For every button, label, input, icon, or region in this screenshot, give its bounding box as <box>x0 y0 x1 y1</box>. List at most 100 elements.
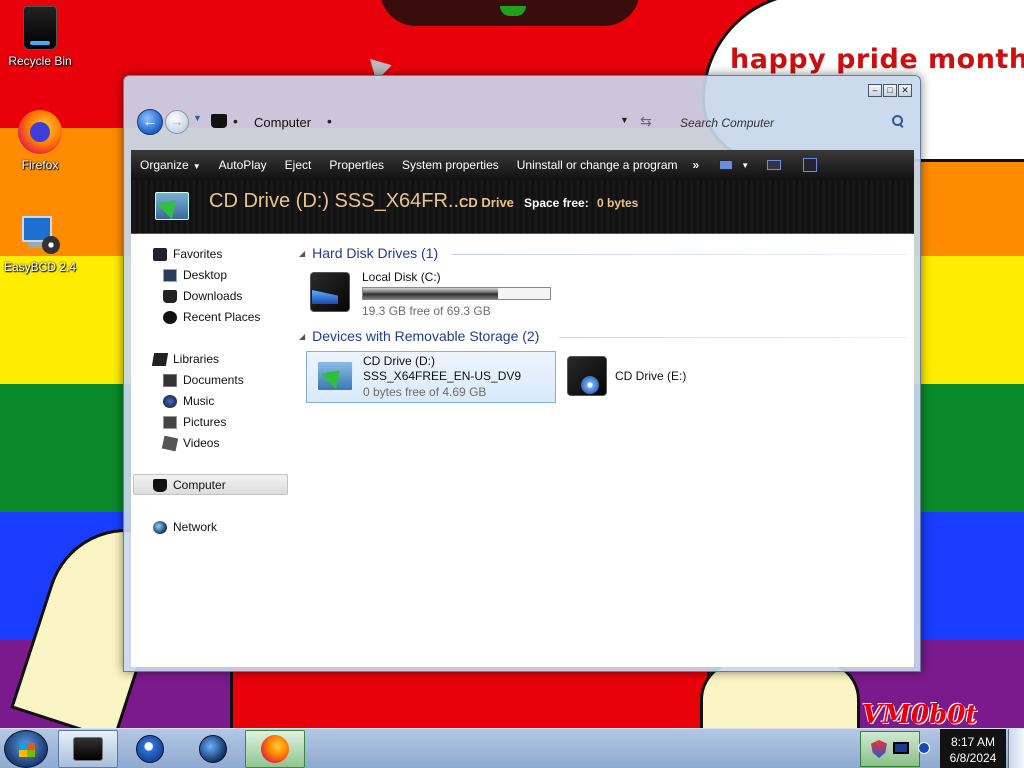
media-player-icon <box>136 735 164 763</box>
action-center-icon[interactable] <box>871 740 887 758</box>
clock[interactable]: 8:17 AM 6/8/2024 <box>940 729 1006 768</box>
collapse-icon: ◢ <box>299 331 306 341</box>
change-view-icon[interactable] <box>719 160 734 170</box>
explorer-window: – □ ✕ ← → ▼ • Computer • ▼ ⇆ Search Comp… <box>123 75 921 672</box>
banner-text: happy pride month <box>730 44 1024 75</box>
drive-usage-fill <box>363 288 498 299</box>
show-desktop-button[interactable] <box>1008 729 1024 768</box>
nav-item-label: Documents <box>183 373 244 387</box>
drive-tile-c[interactable]: Local Disk (C:) 19.3 GB free of 69.3 GB <box>306 266 566 318</box>
computer-icon <box>211 114 227 128</box>
taskbar-media-player-button[interactable] <box>120 730 180 768</box>
group-header-hard-disk[interactable]: ◢ Hard Disk Drives (1) <box>299 245 438 261</box>
drive-tile-e[interactable]: CD Drive (E:) <box>563 351 703 403</box>
nav-item-libraries[interactable]: Libraries <box>151 349 220 369</box>
details-title: CD Drive (D:) SSS_X64FR... <box>209 190 465 212</box>
group-header-label: Hard Disk Drives (1) <box>312 245 439 261</box>
close-button[interactable]: ✕ <box>898 84 912 97</box>
clock-time: 8:17 AM <box>950 735 996 749</box>
drive-name: CD Drive (E:) <box>615 369 687 383</box>
taskbar: 8:17 AM 6/8/2024 <box>0 728 1024 768</box>
search-icon[interactable] <box>892 115 904 127</box>
details-type: CD Drive <box>459 195 514 210</box>
address-history-dropdown[interactable]: ▼ <box>620 115 629 125</box>
properties-button[interactable]: Properties <box>320 158 393 172</box>
autoplay-button[interactable]: AutoPlay <box>210 158 276 172</box>
taskbar-internet-button[interactable] <box>183 730 243 768</box>
drive-free-space: 0 bytes free of 4.69 GB <box>363 385 487 399</box>
desktop-icon-label: Recycle Bin <box>8 54 72 68</box>
nav-item-documents[interactable]: Documents <box>163 370 244 390</box>
nav-item-pictures[interactable]: Pictures <box>163 412 226 432</box>
music-icon <box>163 394 177 408</box>
minimize-button[interactable]: – <box>868 84 882 97</box>
nav-item-label: Favorites <box>173 247 223 261</box>
breadcrumb-computer[interactable]: Computer <box>254 115 311 130</box>
address-bar: ← → ▼ • Computer • ▼ ⇆ Search Computer <box>134 107 912 137</box>
uninstall-program-button[interactable]: Uninstall or change a program <box>508 158 687 172</box>
nav-item-label: Pictures <box>183 415 227 429</box>
drive-free-space: 19.3 GB free of 69.3 GB <box>362 304 491 318</box>
desktop-icon <box>163 268 177 282</box>
nav-item-label: Libraries <box>173 352 220 366</box>
drive-volume-label: SSS_X64FREE_EN-US_DV9 <box>363 369 522 383</box>
search-input[interactable]: Search Computer <box>668 109 912 135</box>
nav-item-label: Network <box>173 520 218 534</box>
nav-item-label: Music <box>183 394 215 408</box>
nav-item-label: Downloads <box>183 289 243 303</box>
system-properties-button[interactable]: System properties <box>393 158 508 172</box>
organize-button[interactable]: Organize ▼ <box>131 158 210 172</box>
start-button[interactable] <box>4 730 48 768</box>
videos-icon <box>161 435 179 451</box>
navigation-pane: Favorites Desktop Downloads Recent Place… <box>131 234 291 667</box>
computer-icon <box>153 478 167 492</box>
command-bar: Organize ▼ AutoPlay Eject Properties Syst… <box>131 150 914 180</box>
back-button[interactable]: ← <box>137 109 163 135</box>
network-status-icon[interactable] <box>918 742 930 754</box>
drive-tile-d[interactable]: CD Drive (D:) SSS_X64FREE_EN-US_DV9 0 by… <box>306 351 556 403</box>
eject-button[interactable]: Eject <box>276 158 321 172</box>
recent-pages-dropdown[interactable]: ▼ <box>193 113 202 123</box>
forward-button[interactable]: → <box>165 110 189 134</box>
star-icon <box>153 247 167 261</box>
globe-icon <box>199 735 227 763</box>
desktop-icon-easybcd[interactable]: EasyBCD 2.4 <box>0 216 80 274</box>
nav-item-label: Computer <box>173 478 226 492</box>
group-header-label: Devices with Removable Storage (2) <box>312 328 540 344</box>
taskbar-explorer-button[interactable] <box>58 730 118 768</box>
organize-label: Organize <box>140 158 189 172</box>
firefox-icon <box>18 110 62 154</box>
caption-buttons: – □ ✕ <box>868 84 912 97</box>
pictures-icon <box>163 415 177 429</box>
maximize-button[interactable]: □ <box>883 84 897 97</box>
nav-item-downloads[interactable]: Downloads <box>163 286 242 306</box>
notification-area[interactable] <box>860 731 920 767</box>
breadcrumb-separator[interactable]: • <box>327 113 332 129</box>
group-header-removable[interactable]: ◢ Devices with Removable Storage (2) <box>299 328 539 344</box>
cd-drive-icon <box>155 192 189 220</box>
nav-item-computer[interactable]: Computer <box>153 475 226 495</box>
breadcrumb-separator[interactable]: • <box>233 113 238 129</box>
drive-usage-bar <box>362 287 551 300</box>
nav-item-recent-places[interactable]: Recent Places <box>163 307 260 327</box>
wallpaper-signature: VM0b0t <box>862 700 978 730</box>
desktop-icon-recycle-bin[interactable]: Recycle Bin <box>0 6 80 68</box>
help-icon[interactable] <box>803 158 818 172</box>
documents-icon <box>163 373 177 387</box>
nav-item-label: Desktop <box>183 268 228 282</box>
nav-item-videos[interactable]: Videos <box>161 433 219 453</box>
nav-item-favorites[interactable]: Favorites <box>153 244 222 264</box>
content-area: Favorites Desktop Downloads Recent Place… <box>131 234 914 667</box>
refresh-icon[interactable]: ⇆ <box>640 113 652 130</box>
view-options-dropdown[interactable]: ▼ <box>741 161 749 170</box>
search-placeholder: Search Computer <box>680 116 775 130</box>
preview-pane-icon[interactable] <box>767 160 782 170</box>
nav-item-music[interactable]: Music <box>163 391 214 411</box>
nav-item-network[interactable]: Network <box>153 517 217 537</box>
taskbar-firefox-button[interactable] <box>245 730 305 768</box>
libraries-icon <box>151 352 169 366</box>
more-commands-button[interactable]: » <box>687 158 706 172</box>
display-icon[interactable] <box>893 742 909 754</box>
desktop-icon-firefox[interactable]: Firefox <box>0 110 80 172</box>
nav-item-desktop[interactable]: Desktop <box>163 265 227 285</box>
